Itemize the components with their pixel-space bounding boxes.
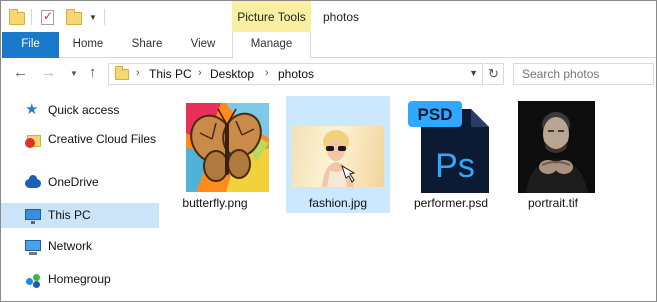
sidebar-item-label: Quick access [48,103,120,117]
photoshop-file-icon: PSD Ps [405,101,493,193]
portrait-thumbnail [518,101,595,193]
homegroup-icon [25,272,41,288]
navigation-bar: ← → ▼ ↑ › This PC › Desktop › photos ▼ ↻ [1,58,656,90]
sidebar-item-network[interactable]: Network [1,234,159,259]
refresh-icon[interactable]: ↻ [484,63,504,85]
computer-icon [25,208,41,224]
tab-manage[interactable]: Manage [232,32,311,59]
sidebar-item-label: OneDrive [48,175,99,189]
tab-file[interactable]: File [2,32,59,58]
chevron-down-icon[interactable]: ▼ [469,68,478,78]
file-name: butterfly.png [182,196,248,210]
folder-icon [115,66,129,80]
breadcrumb-separator[interactable]: › [198,67,202,79]
breadcrumb-desktop[interactable]: Desktop [210,67,254,81]
file-view: butterfly.png fashion.jpg PSD Ps perform… [161,90,656,302]
breadcrumb-photos[interactable]: photos [278,67,314,81]
customize-dropdown-icon[interactable]: ▼ [89,13,97,22]
file-explorer-window: ▼ Picture Tools photos File Home Share V… [0,0,657,302]
star-icon: ★ [25,101,39,118]
navigation-pane: ★ Quick access Creative Cloud Files OneD… [1,90,161,302]
sidebar-item-label: Homegroup [48,272,111,286]
file-name: performer.psd [413,196,489,210]
ribbon-tabs: File Home Share View Manage [1,32,656,59]
search-box[interactable] [513,63,654,85]
arrow-right-icon[interactable]: → [41,64,56,81]
photoshop-logo-text: Ps [435,147,475,185]
title-bar: ▼ Picture Tools photos [1,1,656,32]
network-icon [25,239,41,255]
breadcrumb-this-pc[interactable]: This PC [149,67,192,81]
sidebar-item-creative-cloud-files[interactable]: Creative Cloud Files [1,127,159,152]
tab-view[interactable]: View [181,32,225,58]
sidebar-item-homegroup[interactable]: Homegroup [1,267,159,292]
chevron-down-icon[interactable]: ▼ [70,69,78,78]
fashion-thumbnail [292,126,384,187]
new-folder-icon[interactable] [66,9,82,25]
window-title: photos [323,10,360,24]
address-bar[interactable]: › This PC › Desktop › photos ▼ [108,63,483,85]
psd-badge-text: PSD [418,105,453,124]
butterfly-thumbnail [186,103,269,192]
file-item-fashion[interactable]: fashion.jpg [286,96,390,213]
file-name: fashion.jpg [308,196,368,210]
file-name: portrait.tif [527,196,578,210]
search-input[interactable] [514,64,653,84]
creative-cloud-folder-icon [25,132,41,148]
contextual-tab-group-label: Picture Tools [237,10,306,24]
file-item-butterfly[interactable]: butterfly.png [163,96,269,213]
sidebar-item-quick-access[interactable]: ★ Quick access [1,98,159,123]
properties-icon[interactable] [41,9,54,25]
tab-home[interactable]: Home [64,32,112,58]
arrow-up-icon[interactable]: ↑ [89,64,97,81]
file-item-performer[interactable]: PSD Ps performer.psd [399,96,503,213]
sidebar-item-label: Creative Cloud Files [48,132,157,146]
sidebar-item-this-pc[interactable]: This PC [1,203,159,228]
sidebar-item-label: This PC [48,208,91,222]
file-item-portrait[interactable]: portrait.tif [501,96,605,213]
breadcrumb-separator[interactable]: › [136,67,140,79]
folder-icon[interactable] [9,9,25,25]
arrow-left-icon[interactable]: ← [13,64,28,81]
cloud-icon [25,175,41,191]
breadcrumb-separator[interactable]: › [265,67,269,79]
sidebar-item-label: Network [48,239,93,253]
sidebar-item-onedrive[interactable]: OneDrive [1,170,159,195]
toolbar-separator [104,9,105,25]
toolbar-separator [31,9,32,25]
tab-share[interactable]: Share [121,32,173,58]
